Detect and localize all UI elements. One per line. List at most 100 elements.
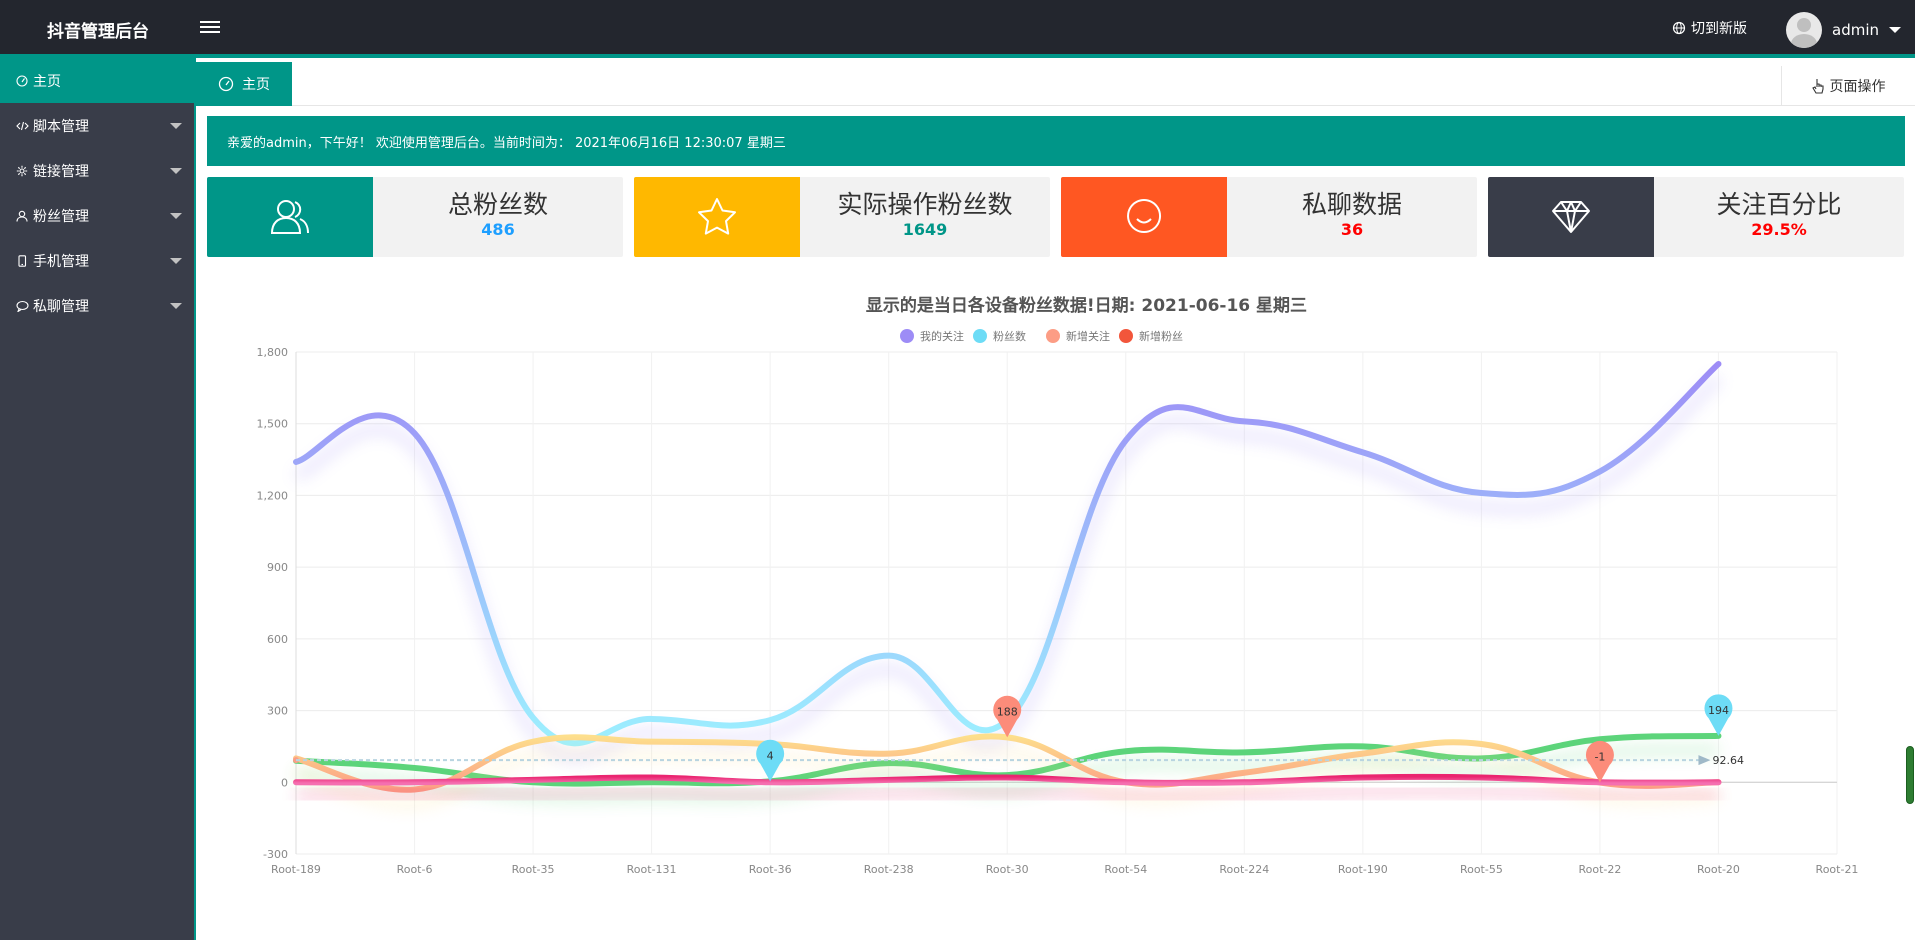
stat-card-icon-box xyxy=(1061,177,1227,257)
x-tick-label: Root-190 xyxy=(1338,863,1388,876)
y-tick-label: 1,500 xyxy=(257,418,289,431)
mark-point-label: -1 xyxy=(1594,751,1605,764)
legend-marker xyxy=(1046,329,1060,343)
mark-line-arrow xyxy=(1698,755,1711,766)
legend-marker xyxy=(973,329,987,343)
stat-card-follow-ratio: 关注百分比 29.5% xyxy=(1488,177,1904,257)
x-tick-label: Root-36 xyxy=(749,863,792,876)
x-tick-label: Root-238 xyxy=(864,863,914,876)
y-tick-label: -300 xyxy=(263,848,288,861)
mark-point-label: 188 xyxy=(997,705,1018,718)
fans-line-chart: 显示的是当日各设备粉丝数据!日期: 2021-06-16 星期三我的关注 粉丝数 新… xyxy=(257,295,1859,876)
stat-card-title: 总粉丝数 xyxy=(447,190,548,219)
chart-title: 显示的是当日各设备粉丝数据!日期: 2021-06-16 星期三 xyxy=(866,295,1307,316)
page-operations-label: 页面操作 xyxy=(1829,79,1886,95)
y-tick-label: 900 xyxy=(267,561,288,574)
chevron-down-icon xyxy=(1889,27,1901,33)
sidebar-item-0[interactable]: 主页 xyxy=(0,58,194,103)
stat-card-title: 关注百分比 xyxy=(1716,190,1842,219)
gauge-icon xyxy=(15,74,29,88)
switch-new-version-label: 切到新版 xyxy=(1691,21,1747,37)
welcome-text: 亲爱的admin，下午好！ 欢迎使用管理后台。当前时间为： 2021年06月16… xyxy=(227,135,786,151)
legend-marker xyxy=(900,329,914,343)
x-tick-label: Root-224 xyxy=(1219,863,1269,876)
username: admin xyxy=(1832,21,1879,39)
stat-card-value: 36 xyxy=(1340,220,1364,239)
hand-pointer-icon xyxy=(1811,79,1824,94)
mark-line-label: 92.64 xyxy=(1712,754,1744,767)
chevron-down-icon xyxy=(170,258,182,264)
sidebar-item-5[interactable]: 私聊管理 xyxy=(0,283,194,328)
welcome-banner: 亲爱的admin，下午好！ 欢迎使用管理后台。当前时间为： 2021年06月16… xyxy=(207,116,1905,166)
tab-home-label: 主页 xyxy=(242,77,270,93)
page-operations-button[interactable]: 页面操作 xyxy=(1781,66,1915,106)
x-tick-label: Root-21 xyxy=(1816,863,1859,876)
stat-card-operated-fans: 实际操作粉丝数 1649 xyxy=(634,177,1050,257)
x-tick-label: Root-6 xyxy=(397,863,433,876)
sidebar-item-label: 链接管理 xyxy=(33,163,89,180)
sidebar-item-4[interactable]: 手机管理 xyxy=(0,238,194,283)
gauge-icon xyxy=(218,76,234,92)
sidebar-item-2[interactable]: 链接管理 xyxy=(0,148,194,193)
y-tick-label: 300 xyxy=(267,705,288,718)
sidebar-item-label: 私聊管理 xyxy=(33,298,89,315)
x-tick-label: Root-22 xyxy=(1578,863,1621,876)
tab-bar: 主页 页面操作 xyxy=(196,58,1915,106)
chat-icon xyxy=(15,299,29,313)
x-tick-label: Root-55 xyxy=(1460,863,1503,876)
chevron-down-icon xyxy=(170,303,182,309)
x-tick-label: Root-20 xyxy=(1697,863,1740,876)
stat-card-value: 1649 xyxy=(902,220,948,239)
app-title: 抖音管理后台 xyxy=(47,21,149,42)
legend-label: 新增粉丝 xyxy=(1139,329,1183,343)
stat-card-title: 实际操作粉丝数 xyxy=(837,190,1013,219)
phone-icon xyxy=(15,254,29,268)
users-icon xyxy=(270,200,309,234)
sidebar-item-label: 脚本管理 xyxy=(33,118,89,135)
stat-card-icon-box xyxy=(634,177,800,257)
sidebar-item-label: 手机管理 xyxy=(33,253,89,270)
diamond-icon xyxy=(1552,201,1590,233)
user-icon xyxy=(15,209,29,223)
star-icon xyxy=(698,198,736,235)
sidebar-item-1[interactable]: 脚本管理 xyxy=(0,103,194,148)
x-tick-label: Root-35 xyxy=(512,863,555,876)
sidebar: 主页脚本管理链接管理粉丝管理手机管理私聊管理 xyxy=(0,58,196,940)
chevron-down-icon xyxy=(170,168,182,174)
y-tick-label: 1,200 xyxy=(257,489,289,502)
code-icon xyxy=(15,119,29,133)
stat-card-icon-box xyxy=(1488,177,1654,257)
chevron-down-icon xyxy=(170,213,182,219)
legend-label: 粉丝数 xyxy=(993,330,1026,343)
legend-marker xyxy=(1119,329,1133,343)
stat-card-icon-box xyxy=(207,177,373,257)
globe-icon xyxy=(1672,21,1686,35)
sidebar-item-label: 粉丝管理 xyxy=(33,208,89,225)
legend-label: 新增关注 xyxy=(1066,329,1110,343)
stat-card-value: 486 xyxy=(481,220,515,239)
scrollbar-thumb[interactable] xyxy=(1906,746,1914,804)
y-tick-label: 0 xyxy=(281,776,288,789)
stat-card-private-chat: 私聊数据 36 xyxy=(1061,177,1477,257)
user-menu[interactable]: admin xyxy=(1786,12,1901,48)
gear-icon xyxy=(15,164,29,178)
sidebar-item-3[interactable]: 粉丝管理 xyxy=(0,193,194,238)
top-bar: 抖音管理后台 切到新版 admin xyxy=(0,0,1915,58)
menu-toggle-icon[interactable] xyxy=(200,18,220,38)
stat-card-title: 私聊数据 xyxy=(1301,190,1402,219)
x-tick-label: Root-30 xyxy=(986,863,1029,876)
tab-home[interactable]: 主页 xyxy=(196,62,292,106)
switch-new-version-button[interactable]: 切到新版 xyxy=(1672,18,1747,38)
x-tick-label: Root-54 xyxy=(1104,863,1147,876)
mark-point-label: 194 xyxy=(1708,704,1729,717)
sidebar-item-label: 主页 xyxy=(33,73,61,90)
y-tick-label: 1,800 xyxy=(257,346,289,359)
avatar xyxy=(1786,12,1822,48)
mark-point-label: 4 xyxy=(767,749,774,762)
stat-card-value: 29.5% xyxy=(1751,220,1807,239)
x-tick-label: Root-131 xyxy=(627,863,677,876)
chevron-down-icon xyxy=(170,123,182,129)
x-tick-label: Root-189 xyxy=(271,863,321,876)
y-tick-label: 600 xyxy=(267,633,288,646)
stat-card-total-fans: 总粉丝数 486 xyxy=(207,177,623,257)
